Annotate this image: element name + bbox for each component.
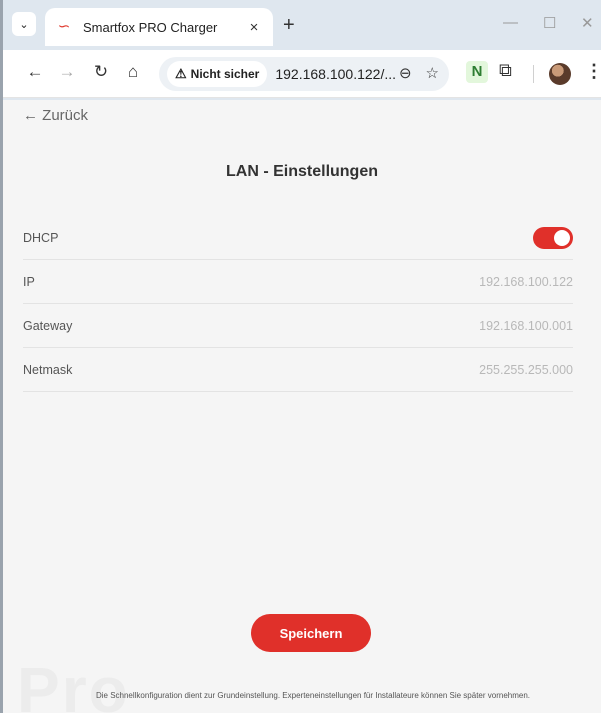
page-content: ← Zurück LAN - Einstellungen DHCP IP 192… — [0, 100, 601, 726]
warning-icon: ⚠ — [175, 66, 187, 81]
browser-toolbar: ← → ↻ ⌂ ⚠ Nicht sicher 192.168.100.122/.… — [3, 50, 601, 98]
browser-chrome: ⌄ ∽ Smartfox PRO Charger × + — ☐ ✕ ← → ↻… — [0, 0, 601, 100]
browser-tab[interactable]: ∽ Smartfox PRO Charger × — [45, 8, 273, 46]
tab-bar: ⌄ ∽ Smartfox PRO Charger × + — ☐ ✕ — [3, 0, 601, 54]
reload-icon[interactable]: ↻ — [89, 62, 113, 82]
minimize-icon[interactable]: — — [503, 14, 518, 31]
address-bar[interactable]: ⚠ Nicht sicher 192.168.100.122/... ⊖ ☆ — [159, 57, 449, 91]
gateway-value[interactable]: 192.168.100.001 — [479, 319, 573, 333]
setting-row-netmask: Netmask 255.255.255.000 — [23, 348, 573, 392]
ip-value[interactable]: 192.168.100.122 — [479, 275, 573, 289]
netmask-label: Netmask — [23, 362, 73, 377]
forward-arrow-icon[interactable]: → — [55, 62, 79, 82]
netmask-value[interactable]: 255.255.255.000 — [479, 363, 573, 377]
close-window-icon[interactable]: ✕ — [581, 14, 594, 32]
maximize-icon[interactable]: ☐ — [543, 14, 556, 32]
security-chip[interactable]: ⚠ Nicht sicher — [167, 61, 268, 87]
setting-row-dhcp: DHCP — [23, 216, 573, 260]
back-arrow-icon[interactable]: ← — [23, 62, 47, 82]
dhcp-toggle[interactable] — [533, 226, 573, 249]
page-title: LAN - Einstellungen — [226, 163, 378, 180]
gateway-label: Gateway — [23, 318, 73, 333]
home-icon[interactable]: ⌂ — [121, 62, 145, 82]
toggle-knob — [554, 229, 570, 246]
new-tab-icon[interactable]: + — [283, 14, 295, 37]
extension-n-icon[interactable]: N — [466, 61, 488, 83]
profile-avatar[interactable] — [549, 63, 571, 85]
security-label: Nicht sicher — [190, 67, 260, 81]
zoom-icon[interactable]: ⊖ — [399, 64, 412, 82]
dhcp-label: DHCP — [23, 230, 59, 245]
bookmark-star-icon[interactable]: ☆ — [426, 64, 439, 82]
tab-close-icon[interactable]: × — [245, 19, 263, 36]
ip-label: IP — [23, 274, 35, 289]
toolbar-divider — [533, 65, 534, 83]
back-link[interactable]: ← Zurück — [23, 107, 88, 124]
extensions-puzzle-icon[interactable]: ⧉ — [499, 60, 512, 81]
tab-search-icon[interactable]: ⌄ — [12, 12, 36, 36]
url-text: 192.168.100.122/... — [275, 66, 397, 82]
smartfox-favicon-icon: ∽ — [57, 18, 71, 35]
lan-settings-list: DHCP IP 192.168.100.122 Gateway 192.168.… — [23, 216, 573, 392]
setting-row-ip: IP 192.168.100.122 — [23, 260, 573, 304]
tab-title: Smartfox PRO Charger — [83, 19, 218, 35]
setting-row-gateway: Gateway 192.168.100.001 — [23, 304, 573, 348]
save-button[interactable]: Speichern — [251, 614, 371, 652]
footer-note: Die Schnellkonfiguration dient zur Grund… — [95, 691, 531, 700]
menu-dots-icon[interactable]: ⋮ — [585, 61, 601, 82]
